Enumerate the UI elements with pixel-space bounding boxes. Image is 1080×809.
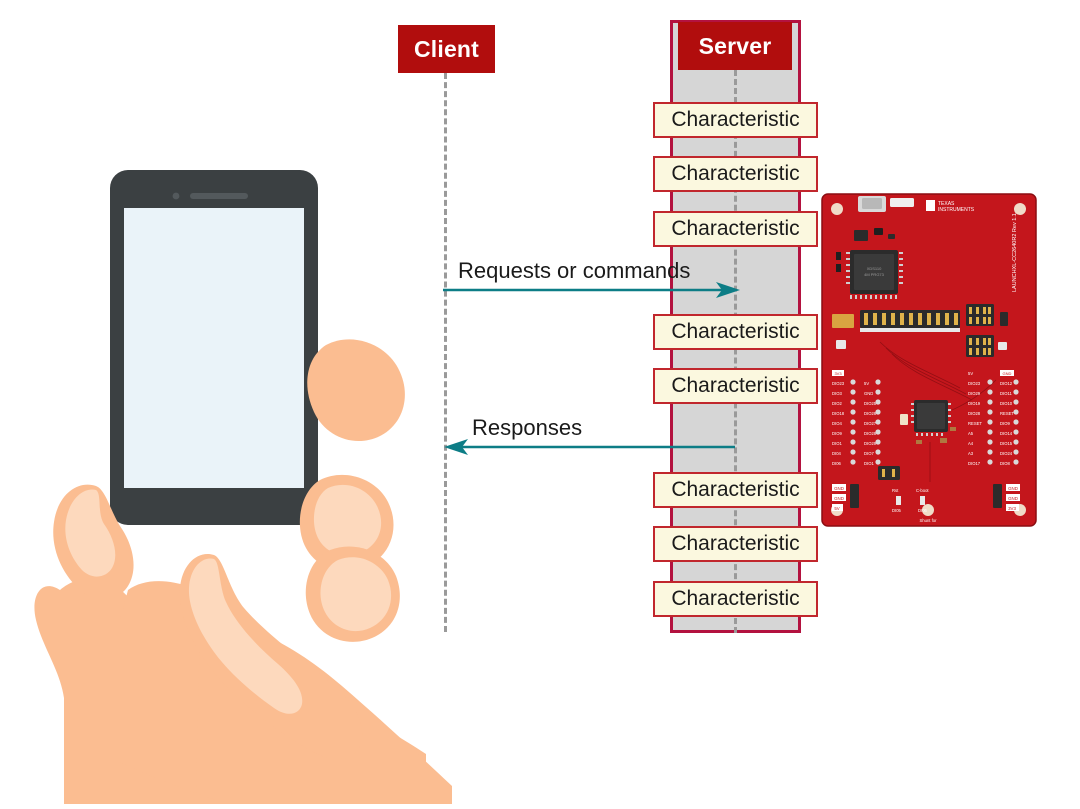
svg-text:Rst: Rst [892, 488, 899, 493]
svg-text:DIO27: DIO27 [864, 421, 877, 426]
svg-text:DIO26: DIO26 [864, 411, 877, 416]
characteristic-box[interactable]: Characteristic [653, 368, 818, 404]
svg-text:DI06: DI06 [918, 508, 928, 513]
arrow-right-icon [443, 282, 740, 298]
svg-text:GND: GND [834, 486, 844, 491]
svg-text:DIO10: DIO10 [1000, 401, 1013, 406]
svg-text:DIO12: DIO12 [1000, 381, 1013, 386]
svg-text:A5: A5 [968, 431, 974, 436]
svg-text:GND: GND [1008, 496, 1018, 501]
svg-text:DIO28: DIO28 [864, 431, 877, 436]
svg-text:DI06: DI06 [832, 461, 842, 466]
svg-text:DIO11: DIO11 [1000, 391, 1012, 396]
characteristic-box[interactable]: Characteristic [653, 472, 818, 508]
characteristic-box[interactable]: Characteristic [653, 102, 818, 138]
svg-text:4M PRG73: 4M PRG73 [864, 272, 885, 277]
svg-text:DIO9: DIO9 [832, 431, 842, 436]
characteristic-box[interactable]: Characteristic [653, 211, 818, 247]
svg-text:DIO18: DIO18 [832, 411, 845, 416]
client-participant-box[interactable]: Client [398, 25, 495, 73]
svg-text:DIO14: DIO14 [1000, 431, 1013, 436]
characteristic-box[interactable]: Characteristic [653, 526, 818, 562]
svg-text:DIO28: DIO28 [968, 411, 981, 416]
svg-text:RESET: RESET [1000, 411, 1014, 416]
arrow-left-icon [444, 439, 735, 455]
svg-text:DIO4: DIO4 [832, 421, 842, 426]
svg-text:GND: GND [1008, 486, 1018, 491]
diagram-canvas: TEXAS INSTRUMENTS LAUNCHXL-CC2640R2 Rev … [0, 0, 1080, 804]
svg-text:INSTRUMENTS: INSTRUMENTS [938, 207, 975, 213]
svg-text:DI04: DI04 [832, 451, 842, 456]
svg-text:DIO1: DIO1 [864, 461, 874, 466]
svg-text:DIO1: DIO1 [832, 441, 842, 446]
svg-text:A4: A4 [968, 441, 974, 446]
svg-text:3V3: 3V3 [1008, 506, 1016, 511]
characteristic-box[interactable]: Characteristic [653, 581, 818, 617]
svg-text:DI05: DI05 [892, 508, 902, 513]
svg-text:DIO29: DIO29 [864, 441, 877, 446]
svg-text:DIO24: DIO24 [1000, 451, 1013, 456]
svg-text:DIO17: DIO17 [968, 461, 981, 466]
svg-text:5V: 5V [834, 506, 839, 511]
svg-text:DIO23: DIO23 [968, 381, 981, 386]
characteristic-box[interactable]: Characteristic [653, 314, 818, 350]
svg-text:DIO8: DIO8 [1000, 461, 1010, 466]
svg-text:DIO9: DIO9 [1000, 421, 1010, 426]
server-participant-box[interactable]: Server [678, 22, 792, 70]
svg-text:DIO7: DIO7 [864, 451, 874, 456]
characteristic-box[interactable]: Characteristic [653, 156, 818, 192]
svg-text:GND: GND [864, 391, 873, 396]
svg-text:DIO29: DIO29 [968, 391, 981, 396]
svg-text:GND: GND [1003, 371, 1012, 376]
svg-text:GND: GND [834, 496, 844, 501]
svg-text:DIO19: DIO19 [968, 401, 981, 406]
svg-text:5V: 5V [968, 371, 973, 376]
svg-text:C-boot: C-boot [916, 488, 929, 493]
svg-text:3V3: 3V3 [834, 371, 842, 376]
svg-text:RESET: RESET [968, 421, 982, 426]
hand-holding-smartphone-illustration [0, 150, 540, 804]
svg-text:DIO3: DIO3 [832, 391, 842, 396]
launchpad-board-illustration: TEXAS INSTRUMENTS LAUNCHXL-CC2640R2 Rev … [820, 192, 1038, 528]
svg-text:Shunt for: Shunt for [920, 518, 938, 523]
client-lifeline [444, 73, 447, 632]
svg-text:XDS110: XDS110 [867, 266, 882, 271]
message-requests-or-commands: Requests or commands [440, 258, 750, 298]
svg-text:5V: 5V [864, 381, 869, 386]
svg-text:A3: A3 [968, 451, 974, 456]
svg-text:DIO15: DIO15 [1000, 441, 1013, 446]
message-responses: Responses [440, 415, 750, 455]
svg-text:DIO25: DIO25 [864, 401, 877, 406]
svg-text:DIO23: DIO23 [832, 381, 845, 386]
svg-text:DIO2: DIO2 [832, 401, 842, 406]
svg-text:LAUNCHXL-CC2640R2 Rev 1.1: LAUNCHXL-CC2640R2 Rev 1.1 [1012, 213, 1018, 292]
